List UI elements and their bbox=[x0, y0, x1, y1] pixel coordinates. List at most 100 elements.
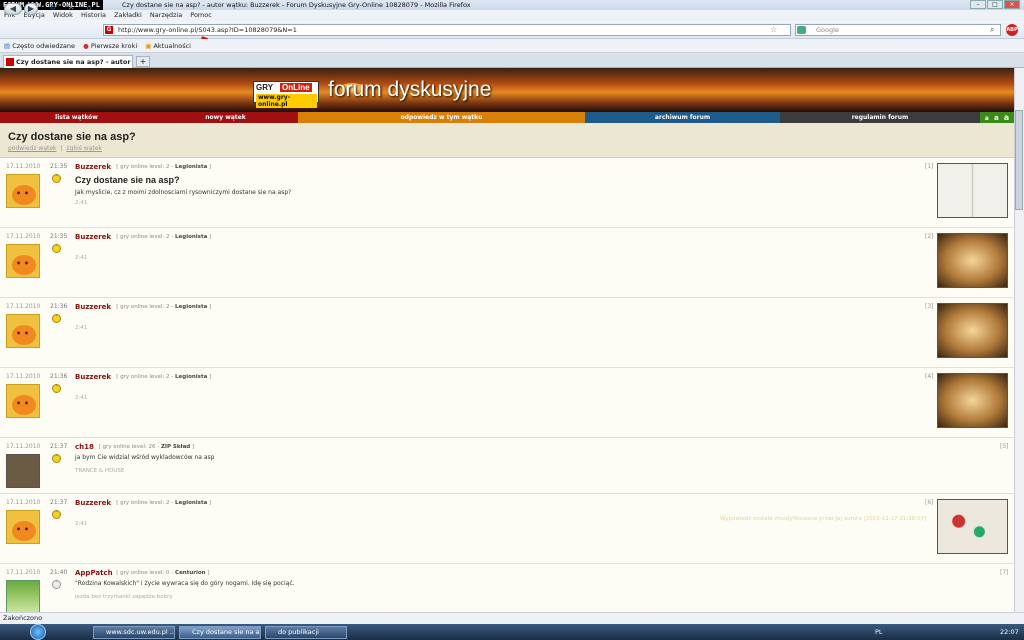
avatar[interactable] bbox=[6, 314, 40, 348]
post-time: 21:35 bbox=[50, 233, 68, 240]
post-author[interactable]: Buzzerek bbox=[75, 163, 111, 171]
bookmark-folder-icon: ▤ bbox=[4, 42, 11, 50]
post-author[interactable]: Buzzerek bbox=[75, 499, 111, 507]
post-signature: 2:41 bbox=[75, 200, 88, 206]
avatar[interactable] bbox=[6, 580, 40, 612]
font-large[interactable]: a bbox=[1004, 113, 1009, 122]
menu-help[interactable]: Pomoc bbox=[190, 11, 212, 19]
post-image[interactable] bbox=[937, 373, 1008, 428]
avatar[interactable] bbox=[6, 510, 40, 544]
post-number[interactable]: [4] bbox=[925, 373, 934, 380]
site-logo[interactable]: GRY OnLine www.gry-online.pl bbox=[253, 81, 319, 108]
post-time: 21:36 bbox=[50, 373, 68, 380]
new-tab-button[interactable]: + bbox=[136, 56, 150, 67]
post-author[interactable]: Buzzerek bbox=[75, 303, 111, 311]
close-button[interactable]: × bbox=[1004, 0, 1020, 9]
post-number[interactable]: [6] bbox=[925, 499, 934, 506]
watch-thread-link[interactable]: podwiedz wątek bbox=[8, 145, 57, 152]
post: 17.11.2010 21:35 ˘ Buzzerek [ gry online… bbox=[0, 158, 1014, 228]
post-number[interactable]: [7] bbox=[1000, 569, 1009, 576]
level-text: [ gry online level: 0 - bbox=[116, 570, 176, 576]
taskbar-item-firefox[interactable]: Czy dostane sie na a... bbox=[179, 626, 261, 639]
post-time: 21:37 bbox=[50, 443, 68, 450]
report-thread-link[interactable]: zgłoś wątek bbox=[66, 145, 101, 152]
back-icon[interactable]: ◀ bbox=[4, 3, 22, 15]
nav-rules[interactable]: regulamin forum bbox=[780, 112, 980, 123]
post-author[interactable]: Buzzerek bbox=[75, 373, 111, 381]
scrollbar-thumb[interactable] bbox=[1015, 110, 1023, 210]
level-end: ] bbox=[209, 374, 212, 380]
post-signature: 2:41 bbox=[75, 255, 88, 261]
search-input[interactable]: Google bbox=[795, 24, 1001, 36]
level-text: [ gry online level: 2 - bbox=[116, 234, 176, 240]
tab-bar bbox=[0, 53, 1024, 68]
menu-bar: Plik Edycja Widok Historia Zakładki Narz… bbox=[0, 10, 1024, 21]
bookmark-getting-started[interactable]: Pierwsze kroki bbox=[91, 42, 137, 50]
adblock-icon[interactable]: ABP bbox=[1006, 24, 1018, 36]
nav-new-thread[interactable]: nowy wątek bbox=[153, 112, 298, 123]
post: 17.11.2010 21:36 ˘ Buzzerek [ gry online… bbox=[0, 298, 1014, 368]
thread-header: Czy dostane sie na asp? podwiedz wątek |… bbox=[0, 123, 1014, 158]
menu-tools[interactable]: Narzędzia bbox=[150, 11, 182, 19]
nav-reply[interactable]: odpowiedz w tym wątku bbox=[298, 112, 585, 123]
search-engine-icon[interactable] bbox=[797, 26, 806, 34]
stop-icon[interactable]: ✕ bbox=[64, 3, 78, 15]
edit-note: Wypowiedź została zmodyfikowana przez je… bbox=[720, 516, 927, 522]
window-title: Czy dostane sie na asp? - autor wątku: B… bbox=[122, 1, 471, 9]
post-image[interactable] bbox=[937, 233, 1008, 288]
maximize-button[interactable]: □ bbox=[987, 0, 1003, 9]
avatar[interactable] bbox=[6, 384, 40, 418]
forward-icon[interactable]: ▶ bbox=[24, 3, 38, 15]
post-author[interactable]: AppPatch bbox=[75, 569, 113, 577]
post-number[interactable]: [2] bbox=[925, 233, 934, 240]
post-image[interactable] bbox=[937, 499, 1008, 554]
nav-archive[interactable]: archiwum forum bbox=[585, 112, 780, 123]
bookmark-star-icon[interactable]: ☆ bbox=[770, 25, 777, 34]
smiley-icon: ˘ bbox=[52, 174, 61, 183]
nav-thread-list[interactable]: lista wątków bbox=[0, 112, 153, 123]
avatar[interactable] bbox=[6, 244, 40, 278]
bookmark-frequent[interactable]: Często odwiedzane bbox=[12, 42, 75, 50]
smiley-icon: ˘ bbox=[52, 454, 61, 463]
level-text: [ gry online level: 2 - bbox=[116, 374, 176, 380]
post-level: [ gry online level: 2 - Legionista ] bbox=[116, 304, 211, 310]
post-date: 17.11.2010 bbox=[6, 373, 41, 380]
post-number[interactable]: [3] bbox=[925, 303, 934, 310]
language-indicator[interactable]: PL bbox=[875, 628, 883, 636]
post-level: [ gry online level: 2 - Legionista ] bbox=[116, 234, 211, 240]
post-signature: 2:41 bbox=[75, 521, 88, 527]
avatar[interactable] bbox=[6, 454, 40, 488]
page-content: GRY OnLine www.gry-online.pl forum dysku… bbox=[0, 68, 1014, 612]
thread-title: Czy dostane sie na asp? bbox=[8, 131, 136, 143]
avatar[interactable] bbox=[6, 174, 40, 208]
forum-title: forum dyskusyjne bbox=[328, 78, 492, 101]
site-favicon-icon: G bbox=[105, 26, 113, 34]
post-date: 17.11.2010 bbox=[6, 163, 41, 170]
menu-bookmarks[interactable]: Zakładki bbox=[114, 11, 142, 19]
post-subject: Czy dostane sie na asp? bbox=[75, 175, 180, 185]
font-size-controls: a a a bbox=[980, 112, 1014, 123]
minimize-button[interactable]: – bbox=[970, 0, 986, 9]
smiley-icon: ˘ bbox=[52, 384, 61, 393]
font-small[interactable]: a bbox=[985, 115, 989, 122]
search-icon[interactable]: ⌕ bbox=[990, 25, 994, 35]
post-signature: 2:41 bbox=[75, 325, 88, 331]
post: 17.11.2010 21:36 ˘ Buzzerek [ gry online… bbox=[0, 368, 1014, 438]
post-number[interactable]: [5] bbox=[1000, 443, 1009, 450]
logo-online: OnLine bbox=[280, 83, 312, 92]
post-author[interactable]: Buzzerek bbox=[75, 233, 111, 241]
start-button[interactable] bbox=[30, 624, 46, 640]
level-text: [ gry online level: 26 - bbox=[98, 444, 161, 450]
tab-active[interactable]: Czy dostane sie na asp? - autor wątku... bbox=[3, 55, 133, 68]
home-icon[interactable]: ⌂ bbox=[82, 3, 96, 15]
post-rank: Centurion bbox=[175, 570, 206, 576]
post-image[interactable] bbox=[937, 163, 1008, 218]
bookmark-news[interactable]: Aktualności bbox=[153, 42, 191, 50]
post-author[interactable]: ch18 bbox=[75, 443, 94, 451]
reload-icon[interactable]: ↻ bbox=[46, 3, 60, 15]
font-medium[interactable]: a bbox=[994, 114, 999, 122]
post-image[interactable] bbox=[937, 303, 1008, 358]
taskbar-item-browser[interactable]: www.sdc.uw.edu.pl ... bbox=[93, 626, 175, 639]
post-number[interactable]: [1] bbox=[925, 163, 934, 170]
taskbar-item-folder[interactable]: do publikacji bbox=[265, 626, 347, 639]
